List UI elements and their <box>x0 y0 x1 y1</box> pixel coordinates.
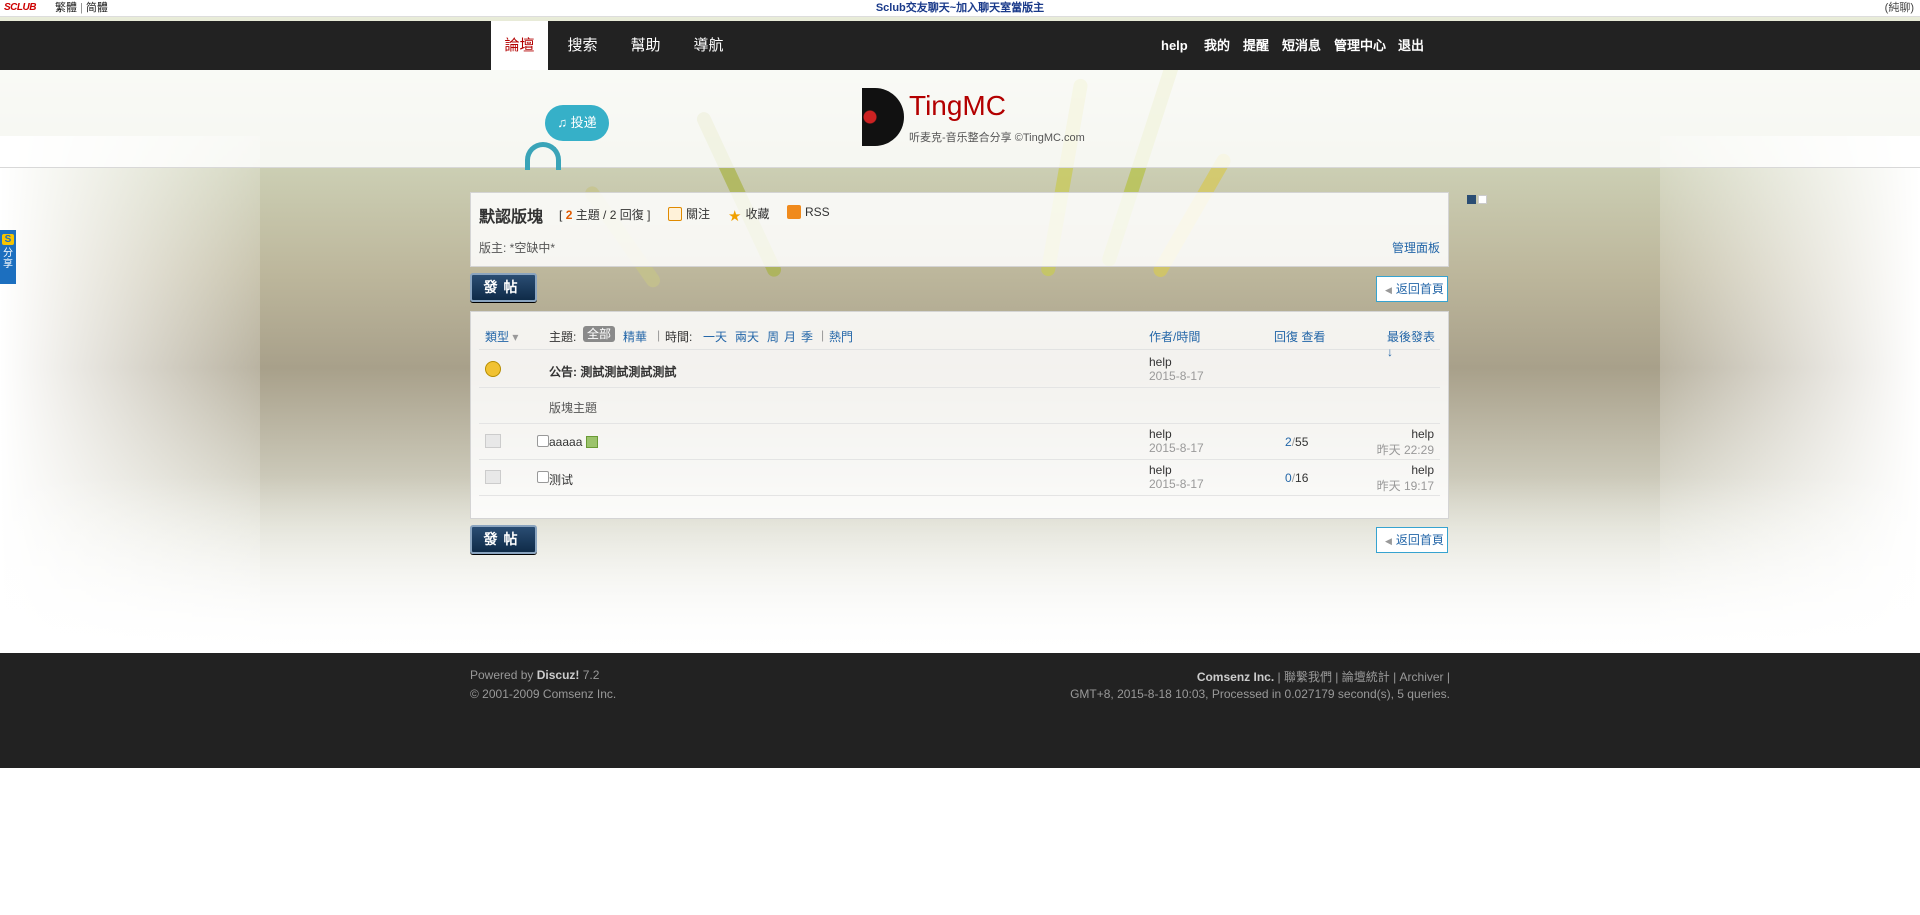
thread-author[interactable]: help <box>1149 427 1172 441</box>
user-link-notifications[interactable]: 提醒 <box>1243 21 1269 70</box>
rss-button[interactable]: RSS <box>787 205 830 219</box>
threads-table: 類型 ▾ 主題: 全部 精華 | 時間: 一天 兩天 周 月 季 | 熱門 作者… <box>470 311 1449 519</box>
forum-stats: [ 2 主題 / 2 回復 ] <box>559 208 651 222</box>
site-logo-subtitle: 听麦克-音乐整合分享 ©TingMC.com <box>909 132 1085 144</box>
tab-search[interactable]: 搜索 <box>560 21 605 70</box>
user-link-username[interactable]: help <box>1161 21 1188 70</box>
section-label: 版塊主題 <box>549 401 598 415</box>
thread-date: 2015-8-17 <box>1149 477 1204 491</box>
time-filter-month[interactable]: 月 <box>784 328 796 345</box>
filter-all-button[interactable]: 全部 <box>583 326 616 342</box>
share-side-tab[interactable]: S 分享 <box>0 230 16 284</box>
admin-panel-link[interactable]: 管理面板 <box>1392 239 1440 256</box>
site-logo-title[interactable]: TingMC <box>909 90 1006 122</box>
table-row[interactable]: 测试 help 2015-8-17 0/16 help 昨天 19:17 <box>479 460 1440 496</box>
thread-views: 16 <box>1295 471 1309 485</box>
sort-replies-views[interactable]: 回復 查看 <box>1274 328 1325 345</box>
time-filter-2day[interactable]: 兩天 <box>735 328 759 345</box>
section-label-row: 版塊主題 <box>479 388 1440 424</box>
process-info: GMT+8, 2015-8-18 10:03, Processed in 0.0… <box>1070 687 1450 701</box>
tab-guide[interactable]: 導航 <box>686 21 731 70</box>
top-right-link[interactable]: (純聊) <box>1885 0 1914 16</box>
chevron-down-icon: ▾ <box>512 330 519 344</box>
footer-nav-links[interactable]: | 聯繫我們 | 論壇統計 | Archiver | <box>1278 670 1450 684</box>
headphones-icon <box>525 142 561 170</box>
thread-select-checkbox[interactable] <box>537 435 549 447</box>
thread-select-checkbox[interactable] <box>537 471 549 483</box>
forum-name: 默認版塊 <box>479 209 544 226</box>
time-filter-1day[interactable]: 一天 <box>703 328 727 345</box>
thread-replies: 0 <box>1285 471 1292 485</box>
chevron-left-icon: ◀ <box>1385 285 1392 295</box>
thread-title[interactable]: aaaaa <box>549 435 582 449</box>
last-post-time[interactable]: 昨天 22:29 <box>1377 441 1434 458</box>
forum-info-box: 默認版塊 [ 2 主題 / 2 回復 ] 關注 ★ 收藏 RSS 版主: *空缺中… <box>470 192 1449 267</box>
folder-icon <box>485 434 501 448</box>
hot-filter-button[interactable]: 熱門 <box>829 328 853 345</box>
user-link-mine[interactable]: 我的 <box>1204 21 1230 70</box>
style-dark-toggle[interactable] <box>1467 195 1476 204</box>
time-filter-week[interactable]: 周 <box>767 328 779 345</box>
filter-digest-button[interactable]: 精華 <box>623 328 647 345</box>
share-label: 分享 <box>3 248 13 270</box>
folder-icon <box>485 470 501 484</box>
chevron-left-icon: ◀ <box>1385 536 1392 546</box>
tab-help[interactable]: 幫助 <box>623 21 668 70</box>
last-post-time[interactable]: 昨天 19:17 <box>1377 477 1434 494</box>
user-link-logout[interactable]: 退出 <box>1398 21 1424 70</box>
copyright: © 2001-2009 Comsenz Inc. <box>470 687 617 701</box>
top-announcement-link[interactable]: Sclub交友聊天~加入聊天室當版主 <box>0 0 1920 16</box>
user-link-messages[interactable]: 短消息 <box>1282 21 1321 70</box>
thread-author[interactable]: help <box>1149 463 1172 477</box>
tab-forum[interactable]: 論壇 <box>491 21 548 70</box>
discuz-link[interactable]: Discuz! <box>537 668 580 682</box>
moderators-label: 版主: *空缺中* <box>479 241 556 255</box>
topic-filter-label: 主題: <box>549 330 577 344</box>
style-light-toggle[interactable] <box>1478 195 1487 204</box>
time-filter-season[interactable]: 季 <box>801 328 813 345</box>
share-badge-icon: S <box>2 234 14 245</box>
new-post-button-top[interactable]: 發帖 <box>470 273 537 302</box>
submit-bubble-icon[interactable]: ♫ 投递 <box>545 105 609 141</box>
star-icon: ★ <box>728 208 742 225</box>
last-post-user[interactable]: help <box>1411 427 1434 441</box>
favorite-button[interactable]: ★ 收藏 <box>728 205 769 224</box>
sort-author-time[interactable]: 作者/時間 <box>1149 328 1200 345</box>
follow-icon <box>668 207 682 221</box>
footer-links: Comsenz Inc. | 聯繫我們 | 論壇統計 | Archiver | <box>1197 668 1450 685</box>
back-home-button-bottom[interactable]: ◀ 返回首頁 <box>1376 527 1448 553</box>
topics-count: 2 <box>565 208 573 222</box>
company-link[interactable]: Comsenz Inc. <box>1197 670 1274 684</box>
footer: Powered by Discuz! 7.2 © 2001-2009 Comse… <box>0 653 1920 768</box>
attachment-icon <box>586 436 599 448</box>
announcement-speaker-icon <box>485 361 501 377</box>
time-filter-label: 時間: <box>665 330 693 344</box>
announcement-author[interactable]: help <box>1149 355 1172 369</box>
last-post-user[interactable]: help <box>1411 463 1434 477</box>
thread-replies: 2 <box>1285 435 1292 449</box>
new-post-button-bottom[interactable]: 發帖 <box>470 525 537 554</box>
user-link-admin-center[interactable]: 管理中心 <box>1334 21 1386 70</box>
table-row[interactable]: aaaaa help 2015-8-17 2/55 help 昨天 22:29 <box>479 424 1440 460</box>
type-filter[interactable]: 類型 ▾ <box>485 328 518 345</box>
rss-icon <box>787 205 801 219</box>
thread-title[interactable]: 测试 <box>549 471 573 488</box>
threads-table-header: 類型 ▾ 主題: 全部 精華 | 時間: 一天 兩天 周 月 季 | 熱門 作者… <box>479 320 1440 359</box>
top-bar: SCLUB 繁體 | 简體 Sclub交友聊天~加入聊天室當版主 (純聊) <box>0 0 1920 17</box>
follow-button[interactable]: 關注 <box>668 205 710 222</box>
powered-by: Powered by Discuz! 7.2 <box>470 668 600 682</box>
announcement-row[interactable]: 公告: 測試測試測試測試 help 2015-8-17 <box>479 352 1440 388</box>
thread-date: 2015-8-17 <box>1149 441 1204 455</box>
thread-views: 55 <box>1295 435 1309 449</box>
announcement-date: 2015-8-17 <box>1149 369 1204 383</box>
style-switcher <box>1467 193 1489 207</box>
back-home-button-top[interactable]: ◀ 返回首頁 <box>1376 276 1448 302</box>
announcement-title[interactable]: 公告: 測試測試測試測試 <box>549 363 676 380</box>
main-navigation: 論壇 搜索 幫助 導航 help 我的 提醒 短消息 管理中心 退出 <box>0 21 1920 70</box>
